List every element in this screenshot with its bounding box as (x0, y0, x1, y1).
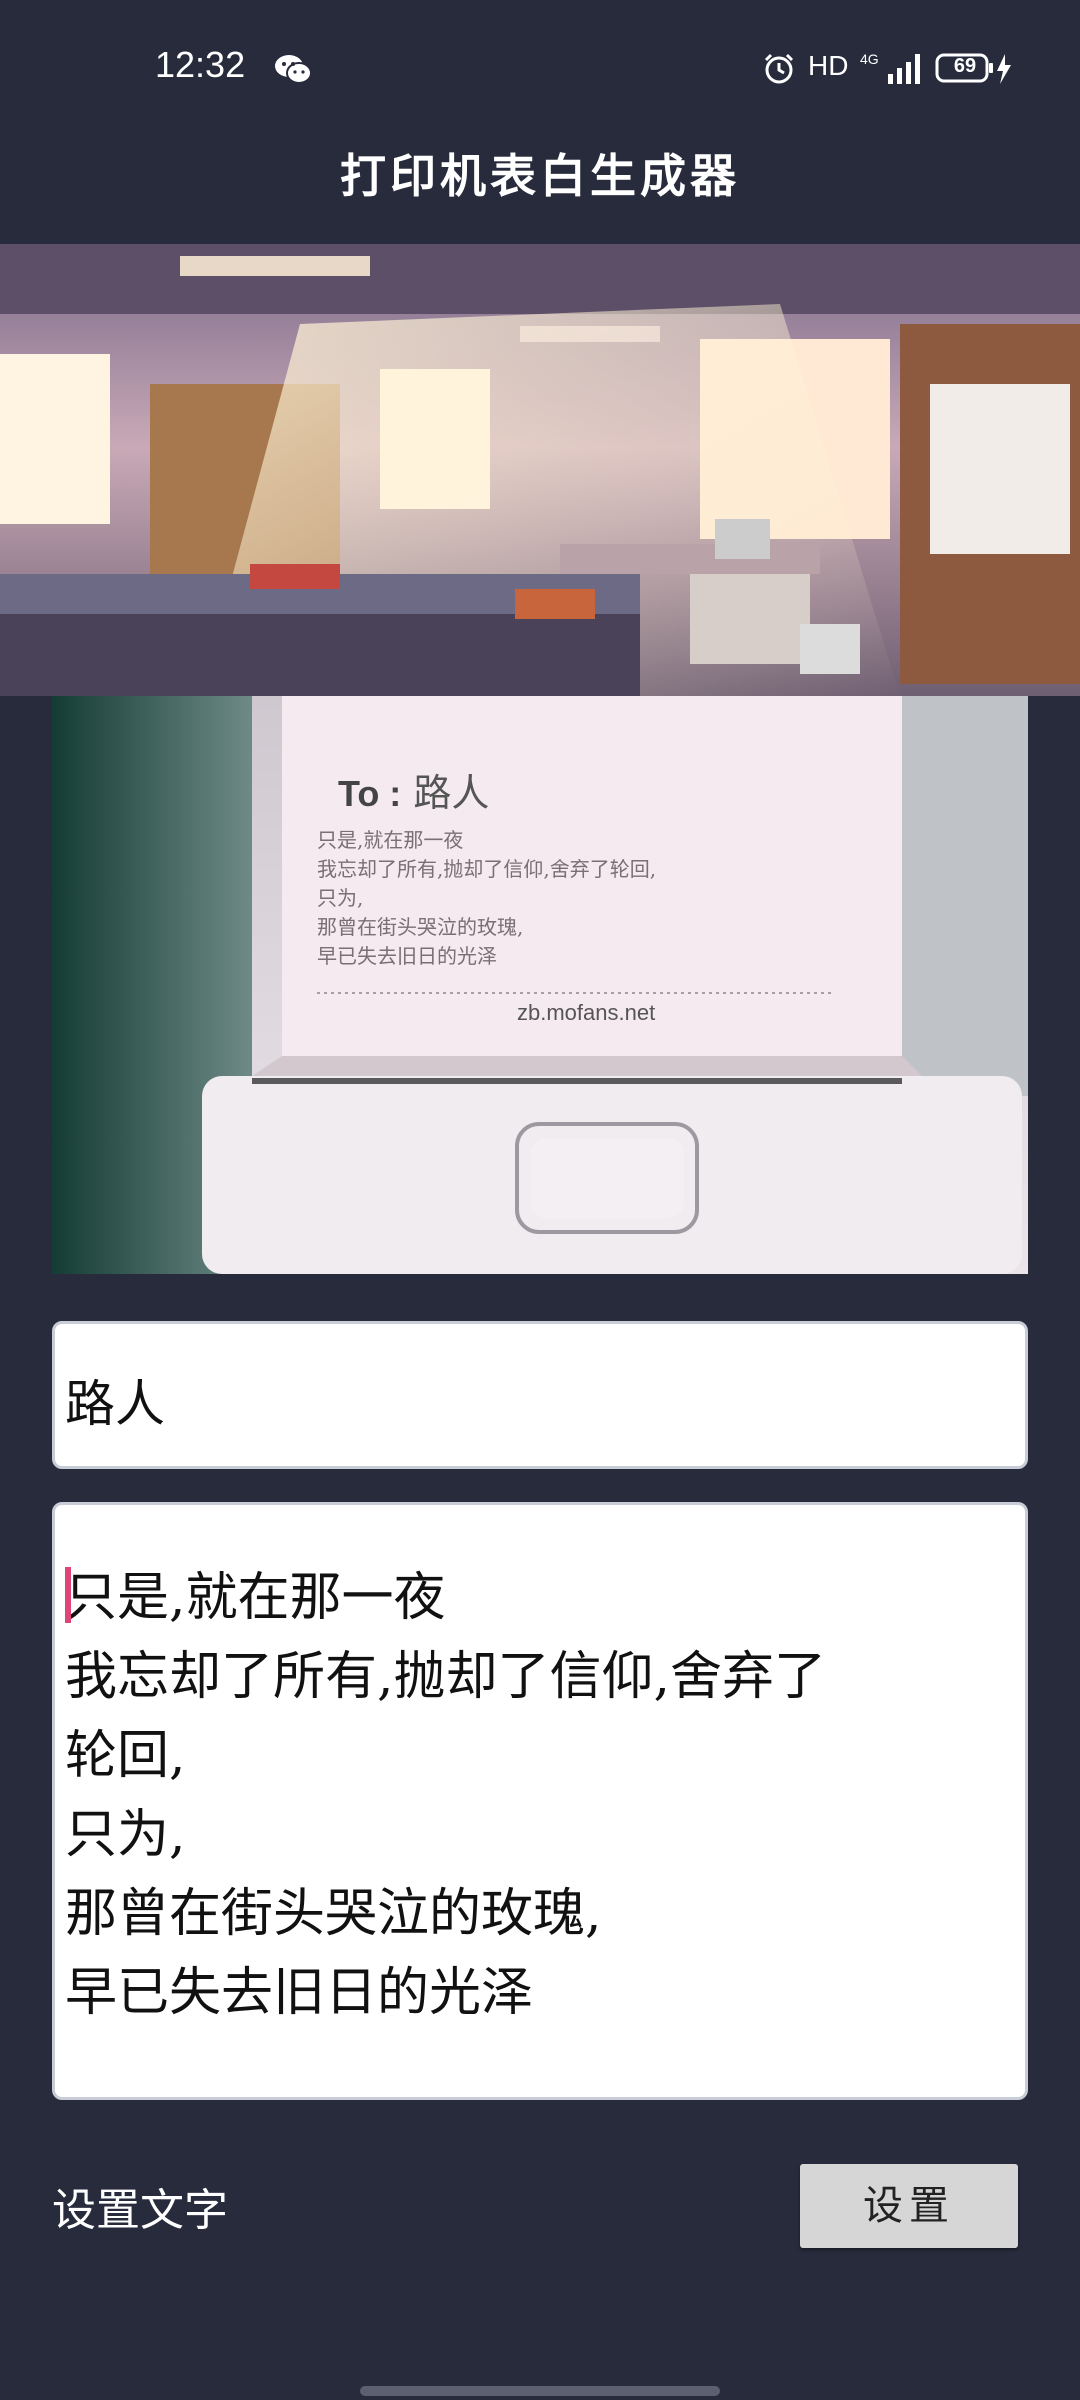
receipt-line: 那曾在街头哭泣的玫瑰, (317, 915, 524, 939)
receipt-line: 我忘却了所有,抛却了信仰,舍弃了轮回, (317, 857, 657, 881)
home-indicator[interactable] (360, 2386, 720, 2396)
message-line: 轮回, (65, 1726, 186, 1786)
message-textarea[interactable]: 只是,就在那一夜 我忘却了所有,抛却了信仰,舍弃了 轮回, 只为, 那曾在街头哭… (52, 1502, 1028, 2100)
battery-level: 69 (953, 55, 977, 77)
receipt-line: 只是,就在那一夜 (317, 828, 464, 852)
alarm-icon (764, 53, 794, 84)
message-line: 只为, (65, 1805, 186, 1865)
status-time: 12:32 (155, 44, 246, 85)
charging-icon (997, 54, 1011, 84)
recipient-name-value: 路人 (65, 1375, 165, 1433)
recipient-name-input[interactable]: 路人 (52, 1321, 1028, 1469)
message-line: 早已失去旧日的光泽 (65, 1963, 534, 2023)
receipt-line: 早已失去旧日的光泽 (317, 944, 497, 968)
app-title: 打印机表白生成器 (340, 149, 740, 203)
set-button[interactable]: 设置 (800, 2164, 1018, 2248)
banner-image (0, 244, 1080, 696)
signal-icon: 4G (860, 51, 920, 84)
signal-type: 4G (860, 51, 879, 67)
wechat-icon (275, 55, 312, 84)
message-line: 只是,就在那一夜 (65, 1568, 446, 1628)
status-bar: 12:32 HD 4G 69 (0, 0, 1080, 130)
receipt-to-prefix: To : (338, 773, 402, 814)
message-line: 我忘却了所有,抛却了信仰,舍弃了 (65, 1647, 827, 1707)
receipt-url: zb.mofans.net (517, 1000, 656, 1025)
receipt-to-line: To : 路人 (338, 762, 489, 817)
receipt-message: 只是,就在那一夜 我忘却了所有,抛却了信仰,舍弃了轮回, 只为, 那曾在街头哭泣… (317, 826, 777, 971)
message-line: 那曾在街头哭泣的玫瑰, (65, 1884, 602, 1944)
network-hd-label: HD (808, 50, 849, 81)
settings-text-label: 设置文字 (52, 2185, 228, 2236)
printer-preview-image: To : 路人 只是,就在那一夜 我忘却了所有,抛却了信仰,舍弃了轮回, 只为,… (52, 696, 1028, 1274)
receipt-line: 只为, (317, 886, 364, 910)
text-cursor (65, 1567, 71, 1623)
receipt-to-name: 路人 (413, 771, 490, 815)
